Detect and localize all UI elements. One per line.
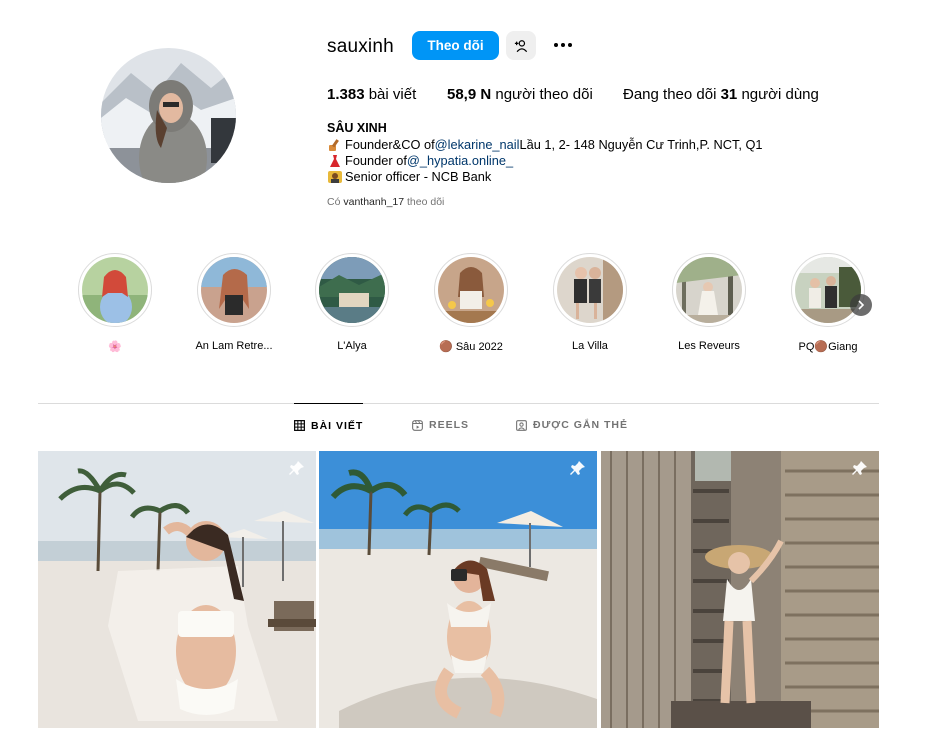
highlight-item[interactable]: An Lam Retre... — [179, 253, 289, 354]
nail-polish-icon — [329, 139, 339, 151]
highlight-ring — [791, 253, 865, 327]
tab-reels[interactable]: REELS — [412, 403, 469, 447]
more-dots-icon — [554, 43, 572, 47]
highlight-label: An Lam Retre... — [195, 340, 273, 352]
tab-reels-label: REELS — [429, 419, 470, 431]
bio-line-1: Founder&CO of @lekarine_nail Lầu 1, 2- 1… — [327, 137, 763, 153]
followed-by-prefix: Có — [327, 196, 341, 208]
chevron-right-icon — [858, 300, 865, 310]
bio-line-2-text: Founder of — [345, 153, 407, 168]
add-person-icon — [514, 39, 528, 52]
highlight-cover — [438, 257, 504, 323]
followed-by-text[interactable]: Có vanthanh_17 theo dõi — [327, 196, 444, 208]
highlight-item[interactable]: 🌸 — [60, 253, 170, 354]
reels-icon — [412, 419, 423, 431]
highlight-item[interactable]: Les Reveurs — [654, 253, 764, 354]
highlight-label: 🌸 — [108, 341, 122, 353]
highlight-label: Les Reveurs — [678, 340, 740, 352]
post-image — [601, 451, 879, 728]
tab-posts-label: BÀI VIẾT — [311, 419, 364, 432]
pinned-icon — [852, 461, 867, 475]
profile-avatar[interactable] — [101, 48, 236, 183]
highlight-ring — [78, 253, 152, 327]
highlight-ring — [553, 253, 627, 327]
post-thumbnail[interactable] — [601, 451, 879, 728]
tab-posts[interactable]: BÀI VIẾT — [294, 403, 364, 447]
profile-full-name: SÂU XINH — [327, 121, 387, 135]
bio-line-2: Founder of @_hypatia.online_ — [327, 153, 763, 169]
post-thumbnail[interactable] — [319, 451, 597, 728]
highlight-ring — [672, 253, 746, 327]
more-options-button[interactable] — [550, 33, 576, 57]
highlight-label: 🟤 Sâu 2022 — [439, 341, 503, 353]
red-dress-icon — [330, 155, 340, 167]
mention-lekarine-nail[interactable]: @lekarine_nail — [435, 137, 520, 153]
bio-line-3-text: Senior officer - NCB Bank — [345, 169, 492, 184]
posts-stat: 1.383 bài viết — [327, 86, 416, 103]
highlight-cover — [201, 257, 267, 323]
followers-stat[interactable]: 58,9 N người theo dõi — [447, 86, 593, 103]
highlights-next-button[interactable] — [850, 294, 872, 316]
highlight-cover — [557, 257, 623, 323]
highlight-item[interactable]: 🟤 Sâu 2022 — [416, 253, 526, 354]
bio-line-3: Senior officer - NCB Bank — [327, 169, 763, 185]
profile-bio: Founder&CO of @lekarine_nail Lầu 1, 2- 1… — [327, 137, 763, 185]
highlight-ring — [197, 253, 271, 327]
pinned-icon — [289, 461, 304, 475]
bio-line-1-rest: Lầu 1, 2- 148 Nguyễn Cư Trinh,P. NCT, Q1 — [519, 137, 763, 152]
highlight-cover — [795, 257, 861, 323]
highlight-item[interactable]: L'Alya — [297, 253, 407, 354]
following-label: người dùng — [741, 86, 819, 103]
highlight-ring — [315, 253, 389, 327]
grid-icon — [294, 420, 305, 431]
mention-hypatia-online[interactable]: @_hypatia.online_ — [407, 153, 513, 169]
followed-by-user: vanthanh_17 — [343, 196, 405, 208]
office-worker-icon — [328, 171, 342, 183]
following-stat[interactable]: Đang theo dõi 31 người dùng — [623, 86, 819, 103]
following-prefix: Đang theo dõi — [623, 86, 717, 103]
tab-tagged-label: ĐƯỢC GẮN THẺ — [533, 419, 629, 431]
bio-line-1-text: Founder&CO of — [345, 137, 435, 152]
followed-by-suffix: theo dõi — [407, 196, 445, 208]
post-thumbnail[interactable] — [38, 451, 316, 728]
tagged-icon — [516, 419, 527, 431]
suggested-accounts-button[interactable] — [506, 31, 536, 60]
highlight-cover — [676, 257, 742, 323]
posts-label: bài viết — [368, 86, 417, 103]
tab-tagged[interactable]: ĐƯỢC GẮN THẺ — [516, 403, 628, 447]
post-image — [319, 451, 597, 728]
highlight-label: PQ🟤Giang — [798, 341, 858, 353]
highlight-label: La Villa — [572, 340, 608, 352]
profile-username: sauxinh — [327, 36, 394, 57]
posts-count: 1.383 — [327, 86, 365, 103]
follow-button[interactable]: Theo dõi — [412, 31, 499, 60]
following-count: 31 — [720, 86, 738, 103]
followers-label: người theo dõi — [495, 86, 593, 103]
followers-count: 58,9 N — [447, 86, 492, 103]
highlight-cover — [319, 257, 385, 323]
highlight-cover — [82, 257, 148, 323]
pinned-icon — [570, 461, 585, 475]
post-image — [38, 451, 316, 728]
highlight-ring — [434, 253, 508, 327]
highlight-label: L'Alya — [337, 340, 367, 352]
highlight-item[interactable]: La Villa — [535, 253, 645, 354]
